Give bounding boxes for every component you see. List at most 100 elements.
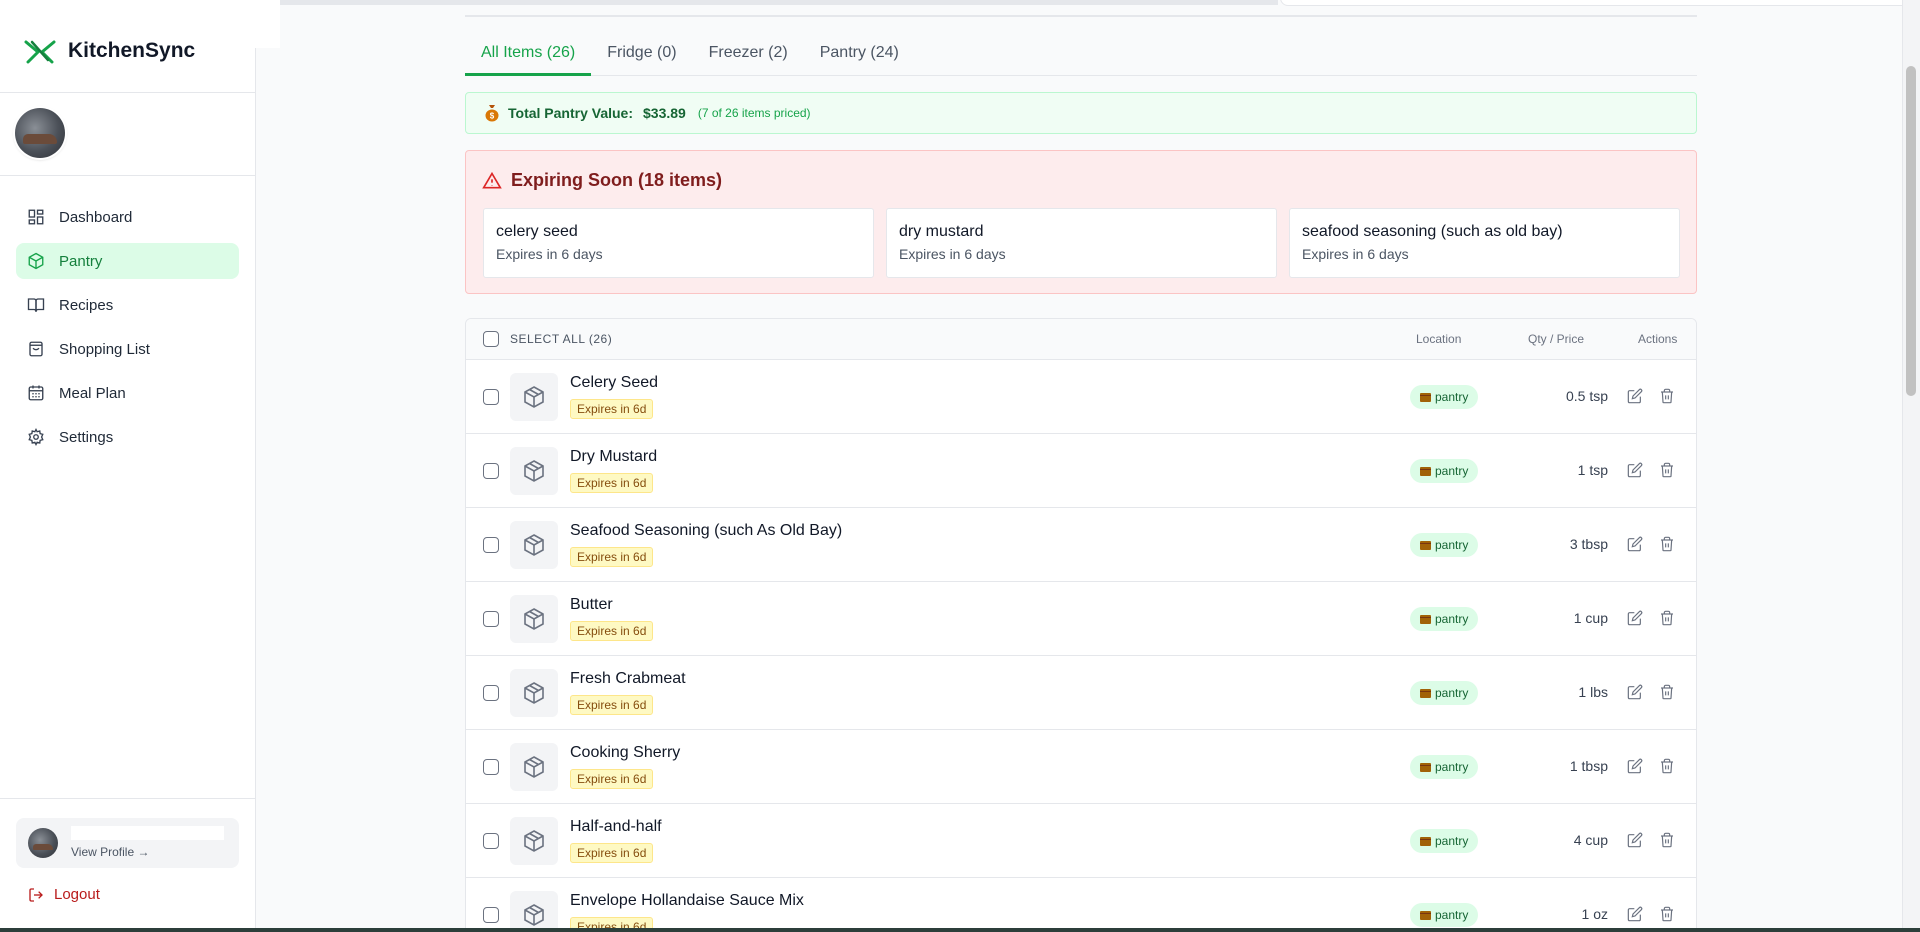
box-icon xyxy=(1420,688,1431,698)
row-checkbox[interactable] xyxy=(483,759,499,775)
edit-button[interactable] xyxy=(1627,536,1643,552)
table-row[interactable]: Envelope Hollandaise Sauce Mix Expires i… xyxy=(466,878,1696,928)
edit-button[interactable] xyxy=(1627,462,1643,478)
table-row[interactable]: Celery Seed Expires in 6d pantry 0.5 tsp xyxy=(466,360,1696,434)
sidebar-item-label: Recipes xyxy=(59,296,114,314)
view-profile-link[interactable]: View Profile → xyxy=(71,845,149,859)
svg-text:$: $ xyxy=(490,112,495,121)
expiry-badge: Expires in 6d xyxy=(570,843,654,863)
expiry-badge: Expires in 6d xyxy=(570,399,654,419)
table-header: SELECT ALL (26) Location Qty / Price Act… xyxy=(466,319,1696,360)
edit-icon xyxy=(1627,832,1643,848)
edit-button[interactable] xyxy=(1627,388,1643,404)
profile-card[interactable]: View Profile → xyxy=(16,818,239,868)
edit-button[interactable] xyxy=(1627,610,1643,626)
edit-button[interactable] xyxy=(1627,906,1643,922)
location-label: pantry xyxy=(1435,760,1469,774)
tab-all-items[interactable]: All Items (26) xyxy=(465,34,592,76)
row-checkbox[interactable] xyxy=(483,611,499,627)
expiring-cards: celery seed Expires in 6 days dry mustar… xyxy=(483,208,1680,278)
delete-button[interactable] xyxy=(1659,684,1675,700)
row-checkbox[interactable] xyxy=(483,685,499,701)
row-checkbox[interactable] xyxy=(483,463,499,479)
box-icon xyxy=(524,830,544,852)
box-icon xyxy=(1420,540,1431,550)
sidebar-item-pantry[interactable]: Pantry xyxy=(16,243,239,279)
sidebar-item-meal-plan[interactable]: Meal Plan xyxy=(16,375,239,411)
logout-button[interactable]: Logout xyxy=(28,886,100,903)
sidebar-item-recipes[interactable]: Recipes xyxy=(16,287,239,323)
brand[interactable]: KitchenSync xyxy=(24,38,195,64)
avatar[interactable] xyxy=(15,108,65,158)
item-name: Dry Mustard xyxy=(570,448,658,465)
header-strip xyxy=(258,0,1278,5)
trash-icon xyxy=(1661,832,1673,848)
expiring-card[interactable]: celery seed Expires in 6 days xyxy=(483,208,874,278)
item-quantity: 3 tbsp xyxy=(1569,536,1608,552)
sidebar-item-label: Settings xyxy=(59,428,114,446)
delete-button[interactable] xyxy=(1659,610,1675,626)
scrollbar-thumb[interactable] xyxy=(1906,66,1916,396)
delete-button[interactable] xyxy=(1659,388,1675,404)
expiry-badge: Expires in 6d xyxy=(570,695,654,715)
box-icon xyxy=(524,534,544,556)
box-icon xyxy=(1420,762,1431,772)
tab-freezer[interactable]: Freezer (2) xyxy=(693,34,804,76)
item-thumbnail xyxy=(510,447,558,495)
location-label: pantry xyxy=(1435,834,1469,848)
item-name: Cooking Sherry xyxy=(570,744,681,761)
table-row[interactable]: Half-and-half Expires in 6d pantry 4 cup xyxy=(466,804,1696,878)
delete-button[interactable] xyxy=(1659,906,1675,922)
location-label: pantry xyxy=(1435,390,1469,404)
item-thumbnail xyxy=(510,669,558,717)
location-label: pantry xyxy=(1435,908,1469,922)
app-title: KitchenSync xyxy=(68,39,196,62)
trash-icon xyxy=(1661,388,1673,404)
expiring-title: Expiring Soon (18 items) xyxy=(482,170,722,191)
book-icon xyxy=(27,298,45,312)
item-quantity: 1 tbsp xyxy=(1569,758,1608,774)
edit-button[interactable] xyxy=(1627,684,1643,700)
sidebar-item-dashboard[interactable]: Dashboard xyxy=(16,199,239,235)
location-badge: pantry xyxy=(1410,533,1479,557)
select-all-label[interactable]: SELECT ALL (26) xyxy=(510,332,612,346)
select-all-checkbox[interactable] xyxy=(483,331,499,347)
expiry-badge: Expires in 6d xyxy=(570,473,654,493)
edit-button[interactable] xyxy=(1627,758,1643,774)
row-checkbox[interactable] xyxy=(483,833,499,849)
trash-icon xyxy=(1661,684,1673,700)
table-row[interactable]: Butter Expires in 6d pantry 1 cup xyxy=(466,582,1696,656)
item-name: Butter xyxy=(570,596,613,613)
item-name: Half-and-half xyxy=(570,818,662,835)
tab-pantry[interactable]: Pantry (24) xyxy=(804,34,915,76)
item-name: Envelope Hollandaise Sauce Mix xyxy=(570,892,804,909)
sidebar-item-settings[interactable]: Settings xyxy=(16,419,239,455)
box-icon xyxy=(524,460,544,482)
item-thumbnail xyxy=(510,595,558,643)
expiring-card-name: celery seed xyxy=(496,223,578,240)
row-checkbox[interactable] xyxy=(483,907,499,923)
delete-button[interactable] xyxy=(1659,758,1675,774)
edit-icon xyxy=(1627,684,1643,700)
search-input[interactable] xyxy=(1280,0,1910,6)
warning-icon xyxy=(482,171,502,188)
expiring-soon-panel: Expiring Soon (18 items) celery seed Exp… xyxy=(465,150,1697,294)
delete-button[interactable] xyxy=(1659,536,1675,552)
table-row[interactable]: Fresh Crabmeat Expires in 6d pantry 1 lb… xyxy=(466,656,1696,730)
delete-button[interactable] xyxy=(1659,462,1675,478)
table-row[interactable]: Seafood Seasoning (such As Old Bay) Expi… xyxy=(466,508,1696,582)
tab-fridge[interactable]: Fridge (0) xyxy=(591,34,692,76)
expiring-card[interactable]: dry mustard Expires in 6 days xyxy=(886,208,1277,278)
delete-button[interactable] xyxy=(1659,832,1675,848)
expiring-card[interactable]: seafood seasoning (such as old bay) Expi… xyxy=(1289,208,1680,278)
row-checkbox[interactable] xyxy=(483,537,499,553)
edit-button[interactable] xyxy=(1627,832,1643,848)
row-checkbox[interactable] xyxy=(483,389,499,405)
sidebar-item-label: Dashboard xyxy=(59,208,133,226)
table-row[interactable]: Dry Mustard Expires in 6d pantry 1 tsp xyxy=(466,434,1696,508)
sidebar-item-shopping-list[interactable]: Shopping List xyxy=(16,331,239,367)
item-quantity: 1 tsp xyxy=(1577,462,1608,478)
table-row[interactable]: Cooking Sherry Expires in 6d pantry 1 tb… xyxy=(466,730,1696,804)
item-quantity: 0.5 tsp xyxy=(1565,388,1608,404)
edit-icon xyxy=(1627,610,1643,626)
